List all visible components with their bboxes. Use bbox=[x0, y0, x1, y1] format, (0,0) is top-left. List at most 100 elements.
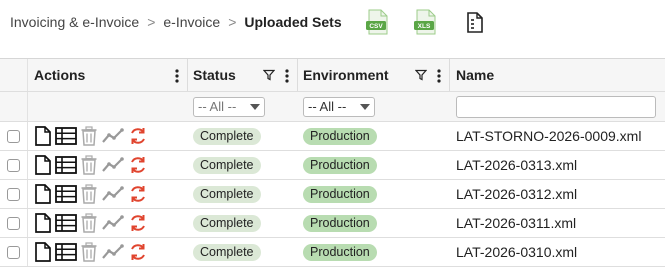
reprocess-button[interactable] bbox=[128, 184, 148, 204]
file-name[interactable]: LAT-2026-0310.xml bbox=[456, 244, 577, 260]
status-cell: Complete bbox=[188, 122, 298, 150]
column-menu-icon[interactable] bbox=[175, 69, 179, 83]
row-checkbox[interactable] bbox=[7, 158, 20, 172]
row-checkbox-cell bbox=[0, 151, 28, 179]
row-checkbox[interactable] bbox=[7, 245, 20, 259]
top-bar: Invoicing & e-Invoice > e-Invoice > Uploaded… bbox=[0, 0, 665, 48]
row-checkbox-cell bbox=[0, 238, 28, 266]
table-row[interactable]: Complete Production LAT-STORNO-2026-0009.x… bbox=[0, 122, 665, 151]
chart-button[interactable] bbox=[101, 243, 125, 261]
row-checkbox[interactable] bbox=[7, 187, 20, 201]
view-table-button[interactable] bbox=[55, 156, 77, 174]
table-row[interactable]: Complete Production LAT-2026-0313.xml bbox=[0, 151, 665, 180]
name-filter-input[interactable] bbox=[456, 95, 656, 118]
environment-filter-cell: -- All -- bbox=[298, 92, 450, 121]
delete-button[interactable] bbox=[80, 155, 98, 175]
chart-line-icon bbox=[102, 186, 124, 201]
table-icon bbox=[55, 156, 77, 174]
status-filter-cell: -- All -- bbox=[188, 92, 298, 121]
document-table-button[interactable] bbox=[462, 8, 488, 36]
delete-button[interactable] bbox=[80, 213, 98, 233]
status-filter-select[interactable]: -- All -- bbox=[193, 96, 265, 117]
trash-icon bbox=[81, 242, 97, 262]
environment-filter-select[interactable]: -- All -- bbox=[303, 96, 375, 117]
view-document-button[interactable] bbox=[34, 213, 52, 233]
export-csv-button[interactable]: CSV bbox=[364, 8, 390, 36]
row-actions bbox=[34, 126, 148, 146]
view-document-button[interactable] bbox=[34, 126, 52, 146]
column-header-status[interactable]: Status bbox=[188, 59, 298, 91]
status-badge: Complete bbox=[193, 185, 261, 203]
status-filter-value: -- All -- bbox=[198, 99, 237, 114]
status-header-label: Status bbox=[193, 67, 236, 83]
trash-icon bbox=[81, 126, 97, 146]
view-document-button[interactable] bbox=[34, 242, 52, 262]
row-actions-cell bbox=[28, 209, 188, 237]
breadcrumb-item-einvoice[interactable]: e-Invoice bbox=[163, 14, 220, 30]
chart-button[interactable] bbox=[101, 185, 125, 203]
row-actions bbox=[34, 213, 148, 233]
row-checkbox[interactable] bbox=[7, 216, 20, 230]
chart-line-icon bbox=[102, 244, 124, 259]
chart-line-icon bbox=[102, 157, 124, 172]
trash-icon bbox=[81, 155, 97, 175]
actions-header-label: Actions bbox=[34, 67, 86, 83]
row-checkbox[interactable] bbox=[7, 129, 20, 143]
csv-file-icon: CSV bbox=[366, 9, 388, 35]
filter-checkbox-cell bbox=[0, 92, 28, 121]
reprocess-button[interactable] bbox=[128, 213, 148, 233]
export-xls-button[interactable]: XLS bbox=[412, 8, 438, 36]
file-name[interactable]: LAT-2026-0313.xml bbox=[456, 157, 577, 173]
view-document-button[interactable] bbox=[34, 155, 52, 175]
status-cell: Complete bbox=[188, 238, 298, 266]
view-document-button[interactable] bbox=[34, 184, 52, 204]
document-icon bbox=[35, 242, 51, 262]
document-icon bbox=[35, 155, 51, 175]
table-icon bbox=[55, 127, 77, 145]
environment-cell: Production bbox=[298, 238, 450, 266]
file-name[interactable]: LAT-STORNO-2026-0009.xml bbox=[456, 128, 641, 144]
column-header-name[interactable]: Name bbox=[450, 59, 665, 91]
uploaded-sets-grid: Actions Status Environment Name -- All -… bbox=[0, 58, 665, 269]
file-name[interactable]: LAT-2026-0312.xml bbox=[456, 186, 577, 202]
page-title: Uploaded Sets bbox=[244, 14, 342, 30]
view-table-button[interactable] bbox=[55, 214, 77, 232]
table-icon bbox=[55, 185, 77, 203]
name-header-label: Name bbox=[456, 67, 495, 83]
table-row[interactable]: Complete Production LAT-2026-0312.xml bbox=[0, 180, 665, 209]
refresh-icon bbox=[131, 186, 145, 202]
environment-cell: Production bbox=[298, 209, 450, 237]
environment-cell: Production bbox=[298, 122, 450, 150]
environment-badge: Production bbox=[303, 156, 377, 174]
chart-button[interactable] bbox=[101, 127, 125, 145]
delete-button[interactable] bbox=[80, 126, 98, 146]
delete-button[interactable] bbox=[80, 242, 98, 262]
table-row[interactable]: Complete Production LAT-2026-0311.xml bbox=[0, 209, 665, 238]
row-actions bbox=[34, 155, 148, 175]
file-name[interactable]: LAT-2026-0311.xml bbox=[456, 215, 576, 231]
column-header-environment[interactable]: Environment bbox=[298, 59, 450, 91]
csv-label: CSV bbox=[369, 23, 383, 30]
view-table-button[interactable] bbox=[55, 127, 77, 145]
table-icon bbox=[55, 214, 77, 232]
view-table-button[interactable] bbox=[55, 185, 77, 203]
status-badge: Complete bbox=[193, 127, 261, 145]
filter-icon[interactable] bbox=[415, 69, 427, 81]
view-table-button[interactable] bbox=[55, 243, 77, 261]
reprocess-button[interactable] bbox=[128, 242, 148, 262]
column-header-actions[interactable]: Actions bbox=[28, 59, 188, 91]
table-row[interactable]: Complete Production LAT-2026-0310.xml bbox=[0, 238, 665, 267]
filter-icon[interactable] bbox=[263, 69, 275, 81]
chart-button[interactable] bbox=[101, 214, 125, 232]
status-badge: Complete bbox=[193, 156, 261, 174]
row-checkbox-cell bbox=[0, 209, 28, 237]
delete-button[interactable] bbox=[80, 184, 98, 204]
header-checkbox-cell bbox=[0, 59, 28, 91]
chart-button[interactable] bbox=[101, 156, 125, 174]
grid-header-row: Actions Status Environment Name bbox=[0, 59, 665, 92]
column-menu-icon[interactable] bbox=[285, 69, 289, 83]
column-menu-icon[interactable] bbox=[437, 69, 441, 83]
reprocess-button[interactable] bbox=[128, 126, 148, 146]
reprocess-button[interactable] bbox=[128, 155, 148, 175]
breadcrumb-item-invoicing[interactable]: Invoicing & e-Invoice bbox=[10, 14, 139, 30]
